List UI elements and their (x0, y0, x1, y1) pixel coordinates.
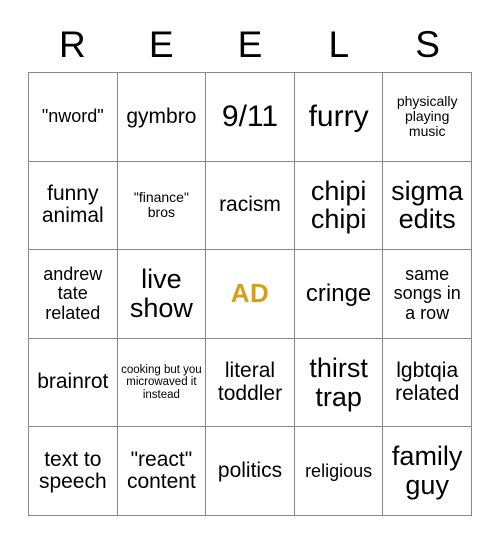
bingo-cell-label: lgbtqia related (395, 359, 460, 405)
bingo-cell-label: cringe (305, 280, 372, 308)
header-letter-0: R (59, 23, 86, 65)
bingo-cell-r2c1[interactable]: live show (117, 250, 207, 339)
bingo-grid: "nword" gymbro 9/11 furry physically pla… (28, 72, 472, 516)
bingo-header-row: R E E L S (28, 16, 472, 72)
bingo-cell-r3c4[interactable]: lgbtqia related (383, 338, 472, 428)
bingo-cell-r0c4[interactable]: physically playing music (383, 73, 472, 162)
header-letter-1: E (148, 23, 174, 65)
bingo-cell-r2c4[interactable]: same songs in a row (383, 250, 472, 339)
bingo-cell-label: furry (308, 99, 369, 133)
bingo-cell-label: live show (129, 264, 193, 323)
bingo-cell-r2c3[interactable]: cringe (294, 250, 384, 339)
bingo-cell-r3c3[interactable]: thirst trap (294, 338, 384, 428)
bingo-cell-r0c3[interactable]: furry (294, 73, 384, 162)
bingo-cell-r4c2[interactable]: politics (206, 427, 295, 516)
bingo-cell-label: "react" content (126, 447, 196, 494)
bingo-cell-label: funny animal (41, 181, 104, 228)
bingo-cell-label: chipi chipi (310, 175, 367, 235)
bingo-cell-label: 9/11 (221, 99, 279, 133)
bingo-cell-r4c3[interactable]: religious (294, 427, 384, 516)
bingo-cell-r3c1[interactable]: cooking but you microwaved it instead (117, 338, 207, 428)
bingo-cell-label: politics (217, 458, 283, 482)
bingo-cell-label: cooking but you microwaved it instead (121, 364, 202, 401)
bingo-cell-r4c0[interactable]: text to speech (29, 427, 118, 516)
bingo-cell-r4c4[interactable]: family guy (383, 427, 472, 516)
bingo-cell-r3c2[interactable]: literal toddler (206, 338, 295, 428)
bingo-cell-r0c1[interactable]: gymbro (117, 73, 207, 162)
free-space-label: AD (230, 278, 270, 309)
bingo-cell-r1c4[interactable]: sigma edits (383, 161, 472, 251)
bingo-cell-label: brainrot (37, 370, 109, 394)
bingo-cell-label: sigma edits (391, 175, 464, 235)
bingo-cell-label: physically playing music (396, 93, 458, 140)
bingo-cell-label: same songs in a row (393, 264, 461, 323)
bingo-cell-r2c0[interactable]: andrew tate related (29, 250, 118, 339)
bingo-cell-label: religious (305, 460, 373, 481)
bingo-cell-label: text to speech (38, 447, 107, 494)
bingo-cell-r3c0[interactable]: brainrot (29, 338, 118, 428)
bingo-cell-label: thirst trap (309, 352, 368, 412)
bingo-cell-r0c0[interactable]: "nword" (29, 73, 118, 162)
bingo-cell-label: gymbro (126, 104, 197, 128)
bingo-cell-r1c1[interactable]: "finance" bros (117, 161, 207, 251)
bingo-cell-label: "nword" (41, 106, 104, 127)
bingo-cell-r0c2[interactable]: 9/11 (206, 73, 295, 162)
bingo-cell-free-space[interactable]: AD (206, 250, 295, 339)
bingo-card: R E E L S "nword" gymbro 9/11 furry phys… (28, 16, 472, 516)
bingo-cell-label: "finance" bros (133, 189, 189, 221)
bingo-cell-r1c2[interactable]: racism (206, 161, 295, 251)
header-letter-3: L (328, 23, 350, 65)
bingo-cell-label: andrew tate related (43, 264, 103, 323)
bingo-cell-label: literal toddler (217, 359, 283, 405)
bingo-cell-r4c1[interactable]: "react" content (117, 427, 207, 516)
bingo-cell-r1c3[interactable]: chipi chipi (294, 161, 384, 251)
bingo-cell-label: family guy (391, 441, 463, 501)
header-letter-4: S (415, 23, 440, 65)
header-letter-2: E (237, 23, 263, 65)
bingo-cell-r1c0[interactable]: funny animal (29, 161, 118, 251)
bingo-cell-label: racism (219, 193, 281, 217)
